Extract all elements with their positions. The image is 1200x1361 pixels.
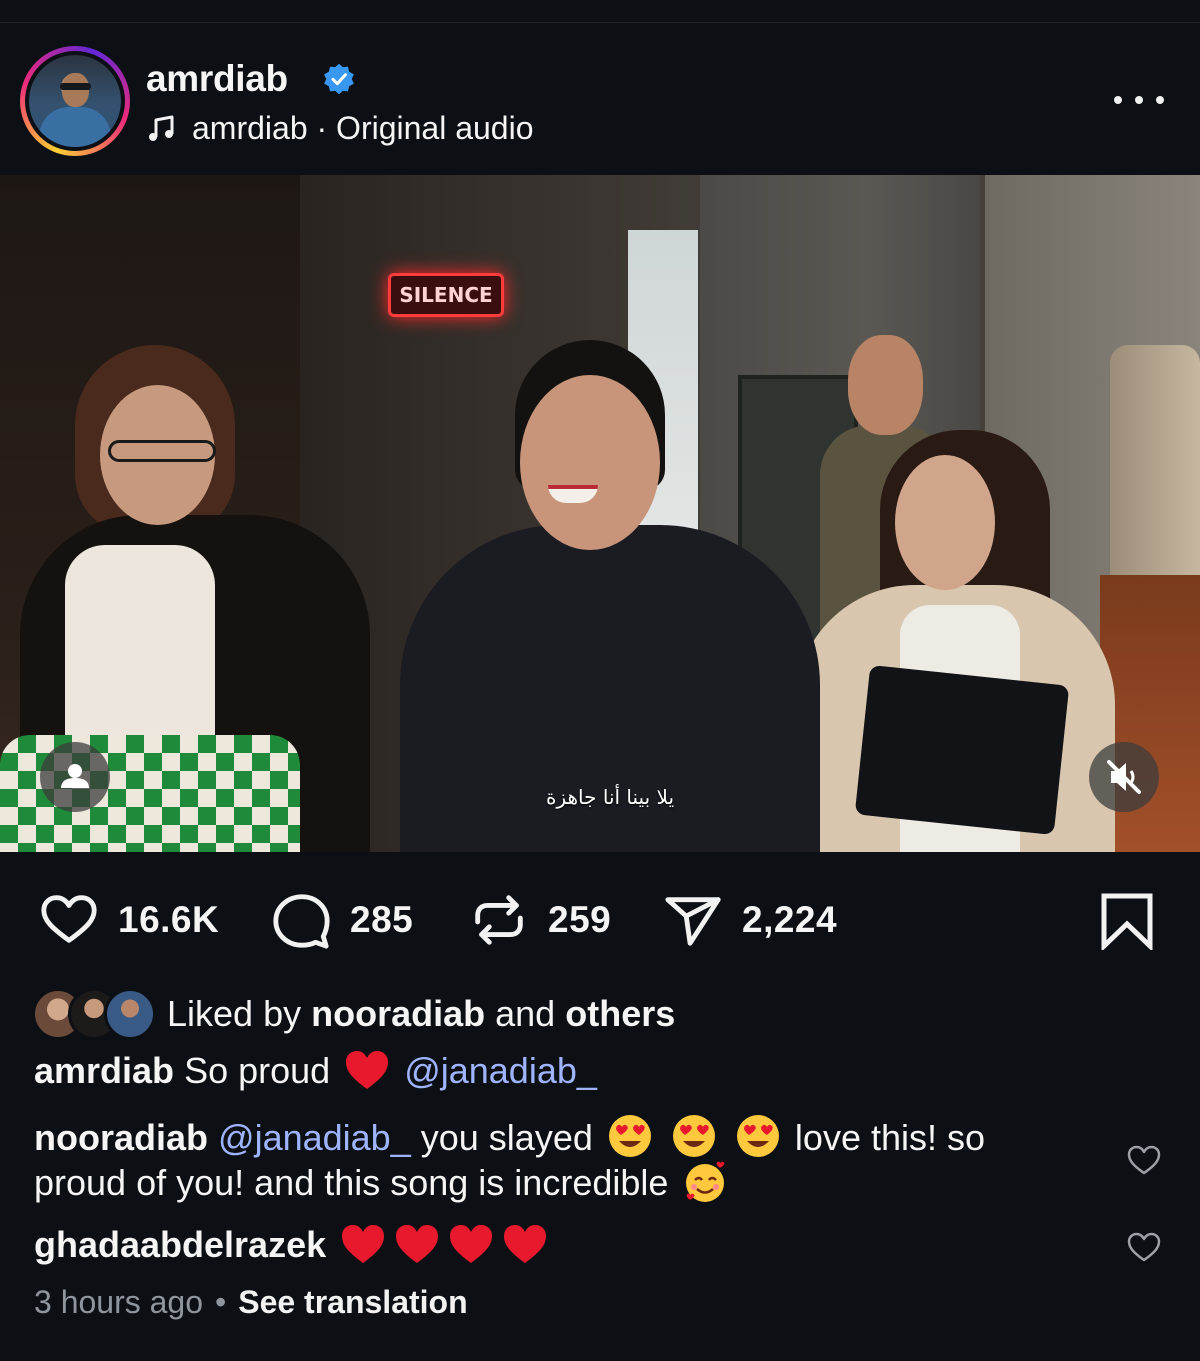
comment-like-heart-icon[interactable] (1126, 1229, 1162, 1265)
liker-avatars (32, 987, 157, 1041)
repost-icon (475, 895, 523, 945)
repost-button[interactable]: 259 (468, 890, 611, 950)
comment-button[interactable]: 285 (270, 890, 413, 950)
comment-username[interactable]: ghadaabdelrazek (34, 1224, 326, 1265)
send-icon (665, 897, 721, 946)
comment-item: nooradiab @janadiab_ you slayed love thi… (34, 1113, 985, 1161)
share-button[interactable]: 2,224 (662, 890, 837, 950)
audio-label: amrdiab · Original audio (192, 110, 534, 146)
post-username[interactable]: amrdiab (146, 58, 288, 100)
comment-count: 285 (350, 899, 414, 940)
avatar[interactable] (20, 46, 130, 156)
like-button[interactable]: 16.6K (38, 890, 219, 950)
muted-speaker-icon (1107, 760, 1141, 794)
red-heart-emoji-icon (450, 1225, 493, 1263)
more-options-icon[interactable] (1114, 90, 1164, 110)
caption: amrdiab So proud @janadiab_ (34, 1048, 597, 1094)
red-heart-emoji-icon (396, 1225, 439, 1263)
mute-button[interactable] (1089, 742, 1159, 812)
liked-by-others[interactable]: others (565, 993, 675, 1034)
heart-eyes-emoji-icon (608, 1115, 651, 1157)
bookmark-icon[interactable] (1098, 892, 1156, 950)
see-translation-link[interactable]: See translation (238, 1284, 467, 1320)
liked-by-row[interactable]: Liked by nooradiab and others (32, 986, 675, 1042)
post-header: amrdiab amrdiab · Original audio (0, 40, 1200, 160)
video-subtitle: يلا بينا أنا جاهزة (545, 785, 675, 809)
music-note-icon (149, 115, 174, 141)
comment-item: ghadaabdelrazek (34, 1222, 552, 1268)
heart-eyes-emoji-icon (672, 1115, 715, 1157)
comment-item-continued: proud of you! and this song is incredibl… (34, 1158, 732, 1206)
avatar-image (29, 55, 121, 147)
comment-like-heart-icon[interactable] (1126, 1142, 1162, 1178)
person-right (895, 455, 995, 590)
liked-by-text: Liked by nooradiab and others (167, 993, 676, 1034)
caption-mention[interactable]: @janadiab_ (404, 1050, 597, 1091)
silence-sign: SILENCE (388, 273, 504, 317)
user-tag-icon (61, 764, 89, 788)
like-count[interactable]: 16.6K (118, 899, 219, 941)
user-tag-button[interactable] (40, 742, 110, 812)
audio-link[interactable]: amrdiab · Original audio (146, 110, 534, 147)
person-center (520, 375, 660, 550)
avatar (104, 988, 156, 1040)
red-heart-emoji-icon (346, 1051, 389, 1089)
top-divider (0, 22, 1200, 23)
red-heart-emoji-icon (504, 1225, 547, 1263)
verified-badge-icon (324, 63, 354, 95)
repost-count: 259 (548, 899, 612, 940)
smiling-hearts-emoji-icon (686, 1161, 725, 1202)
heart-icon (41, 895, 97, 943)
share-count: 2,224 (742, 899, 838, 940)
action-bar: 16.6K 285 259 2,224 (0, 880, 1200, 960)
caption-username[interactable]: amrdiab (34, 1050, 174, 1091)
post-video[interactable]: SILENCE يلا بينا أنا جاهزة (0, 175, 1200, 852)
caption-text: So proud (184, 1050, 331, 1091)
tablet (854, 664, 1070, 836)
post-meta: 3 hours ago • See translation (34, 1284, 468, 1320)
comment-username[interactable]: nooradiab (34, 1117, 208, 1158)
red-heart-emoji-icon (342, 1225, 385, 1263)
comment-icon (273, 894, 330, 949)
heart-eyes-emoji-icon (736, 1115, 779, 1157)
post-timestamp: 3 hours ago (34, 1284, 204, 1320)
person-background (848, 335, 923, 435)
comment-mention[interactable]: @janadiab_ (218, 1117, 411, 1158)
liked-by-user[interactable]: nooradiab (311, 993, 485, 1034)
